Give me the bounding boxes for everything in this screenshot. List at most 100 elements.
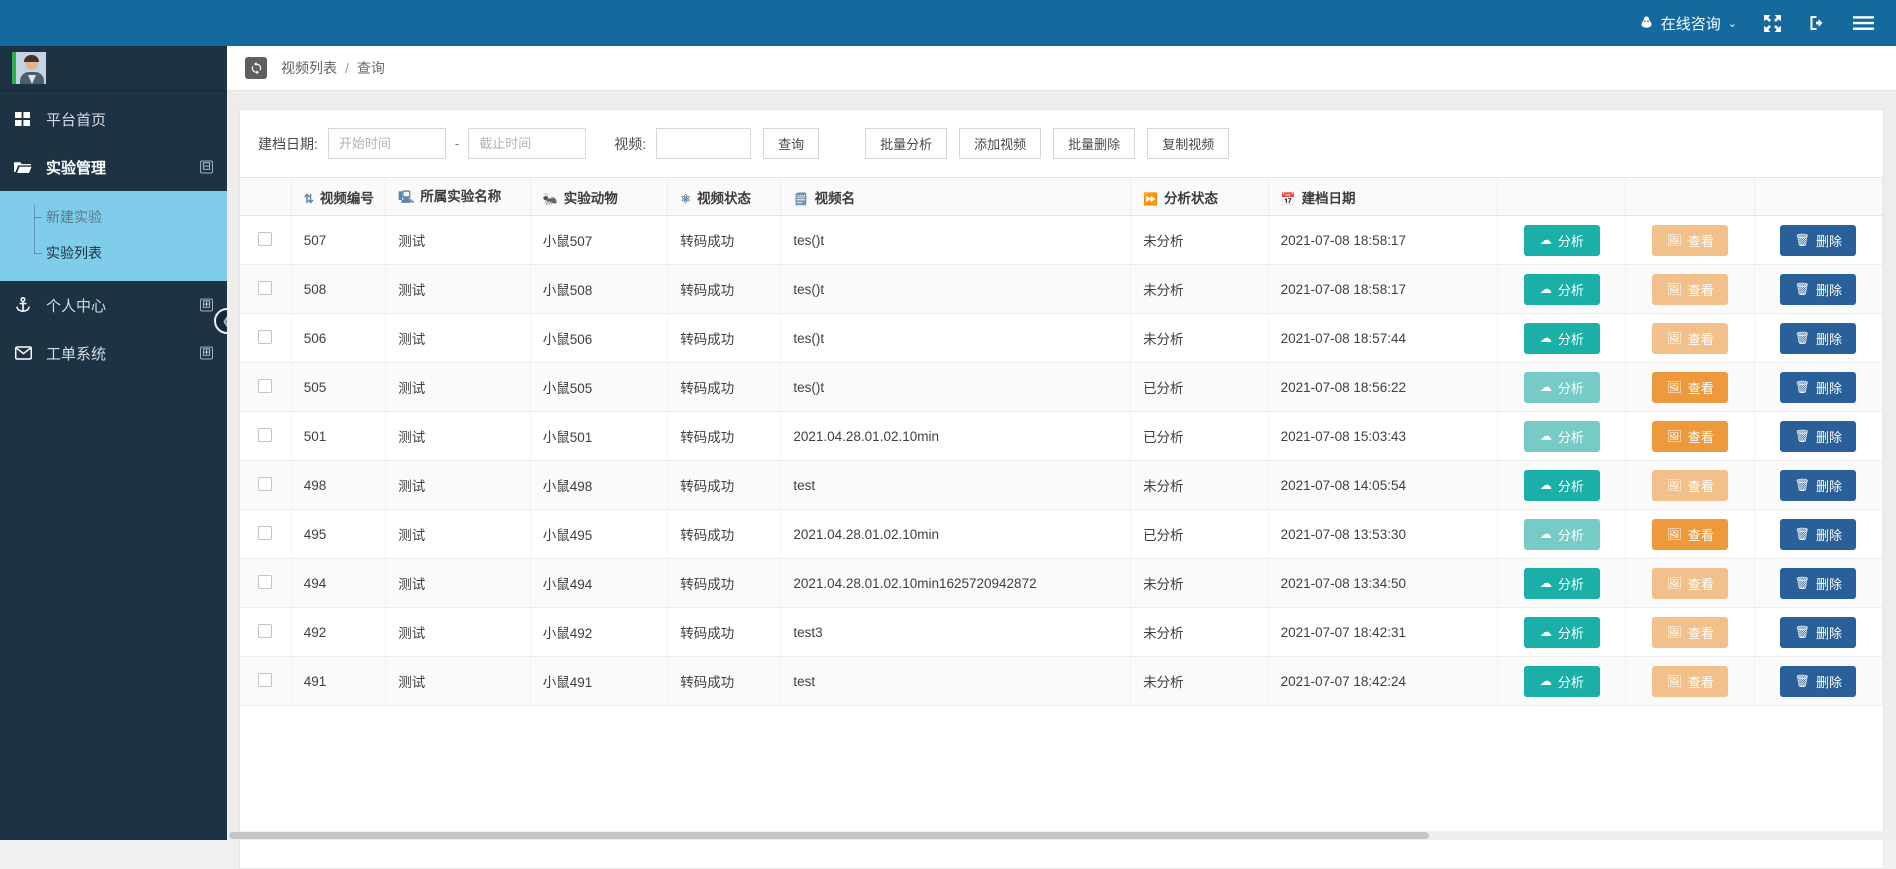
online-consult-button[interactable]: 在线咨询 ⌄: [1639, 13, 1737, 34]
sidebar-subitem-experiment-list[interactable]: 实验列表: [0, 235, 227, 271]
add-video-button[interactable]: 添加视频: [959, 128, 1041, 159]
batch-analyze-button[interactable]: 批量分析: [865, 128, 947, 159]
analyze-button[interactable]: ☁分析: [1524, 225, 1600, 256]
cell-experiment-name: 测试: [386, 510, 531, 559]
search-button[interactable]: 查询: [763, 128, 819, 159]
cell-animal: 小鼠492: [530, 608, 668, 657]
analyze-button[interactable]: ☁分析: [1524, 617, 1600, 648]
view-button[interactable]: 🖼查看: [1652, 323, 1728, 354]
th-experiment-name[interactable]: 🖳所属实验名称: [386, 178, 531, 216]
row-checkbox[interactable]: [258, 379, 272, 393]
th-video-name[interactable]: 🗒视频名: [781, 178, 1131, 216]
row-checkbox[interactable]: [258, 428, 272, 442]
row-checkbox[interactable]: [258, 575, 272, 589]
row-checkbox[interactable]: [258, 232, 272, 246]
delete-button[interactable]: 🗑删除: [1780, 274, 1856, 305]
th-action-delete: [1754, 178, 1882, 216]
trash-icon: 🗑: [1795, 527, 1810, 541]
image-icon: 🖼: [1666, 331, 1681, 345]
expand-toggle-icon[interactable]: ⊞: [200, 347, 213, 360]
cloud-icon: ☁: [1540, 527, 1552, 541]
view-button[interactable]: 🖼查看: [1652, 225, 1728, 256]
th-analysis-state-label: 分析状态: [1164, 191, 1218, 206]
row-checkbox-cell: [240, 559, 291, 608]
delete-button[interactable]: 🗑删除: [1780, 225, 1856, 256]
bell-icon: [1639, 15, 1654, 31]
cell-experiment-name: 测试: [386, 314, 531, 363]
view-button[interactable]: 🖼查看: [1652, 568, 1728, 599]
view-button[interactable]: 🖼查看: [1652, 372, 1728, 403]
cell-experiment-name: 测试: [386, 412, 531, 461]
avatar-container[interactable]: [0, 46, 227, 91]
logout-button[interactable]: [1808, 14, 1827, 32]
analyze-button[interactable]: ☁分析: [1524, 519, 1600, 550]
th-select-all: [240, 178, 291, 216]
collapse-toggle-icon[interactable]: ⊟: [200, 161, 213, 174]
batch-delete-button[interactable]: 批量删除: [1053, 128, 1135, 159]
row-checkbox[interactable]: [258, 526, 272, 540]
copy-video-button[interactable]: 复制视频: [1147, 128, 1229, 159]
expand-toggle-icon[interactable]: ⊞: [200, 299, 213, 312]
delete-button[interactable]: 🗑删除: [1780, 617, 1856, 648]
analyze-button[interactable]: ☁分析: [1524, 323, 1600, 354]
cell-analysis-state: 未分析: [1131, 461, 1269, 510]
start-date-input[interactable]: [328, 128, 446, 159]
sidebar-item-ticket-system[interactable]: 工单系统 ⊞: [0, 329, 227, 377]
analyze-button[interactable]: ☁分析: [1524, 421, 1600, 452]
delete-button[interactable]: 🗑删除: [1780, 323, 1856, 354]
cell-animal: 小鼠508: [530, 265, 668, 314]
analyze-button[interactable]: ☁分析: [1524, 470, 1600, 501]
scrollbar-thumb[interactable]: [229, 832, 1429, 839]
view-button[interactable]: 🖼查看: [1652, 617, 1728, 648]
hamburger-menu-button[interactable]: [1853, 15, 1874, 31]
delete-button[interactable]: 🗑删除: [1780, 421, 1856, 452]
breadcrumb-root[interactable]: 视频列表: [281, 58, 337, 78]
row-checkbox[interactable]: [258, 673, 272, 687]
sidebar-subitem-new-experiment[interactable]: 新建实验: [0, 199, 227, 235]
th-animal[interactable]: 🐜实验动物: [530, 178, 668, 216]
sidebar-subitem-new-experiment-label: 新建实验: [46, 207, 102, 227]
view-button[interactable]: 🖼查看: [1652, 274, 1728, 305]
cell-video-state: 转码成功: [668, 559, 781, 608]
video-input[interactable]: [656, 128, 751, 159]
cell-analysis-state: 未分析: [1131, 265, 1269, 314]
refresh-icon[interactable]: [245, 57, 267, 79]
row-checkbox[interactable]: [258, 624, 272, 638]
delete-button[interactable]: 🗑删除: [1780, 568, 1856, 599]
view-button[interactable]: 🖼查看: [1652, 519, 1728, 550]
sidebar-item-experiment-management[interactable]: 实验管理 ⊟: [0, 143, 227, 191]
cell-action-analyze: ☁分析: [1498, 265, 1626, 314]
cell-created-date: 2021-07-08 18:58:17: [1268, 216, 1498, 265]
sidebar-item-home[interactable]: 平台首页: [0, 95, 227, 143]
horizontal-scrollbar[interactable]: [227, 831, 1896, 840]
cell-video-id: 506: [291, 314, 385, 363]
th-video-state[interactable]: ⚛视频状态: [668, 178, 781, 216]
fullscreen-button[interactable]: [1763, 14, 1782, 33]
cell-video-id: 505: [291, 363, 385, 412]
th-analysis-state[interactable]: ⏩分析状态: [1131, 178, 1269, 216]
analyze-button[interactable]: ☁分析: [1524, 274, 1600, 305]
row-checkbox[interactable]: [258, 477, 272, 491]
row-checkbox[interactable]: [258, 330, 272, 344]
row-checkbox[interactable]: [258, 281, 272, 295]
analyze-button[interactable]: ☁分析: [1524, 666, 1600, 697]
view-button[interactable]: 🖼查看: [1652, 470, 1728, 501]
view-button[interactable]: 🖼查看: [1652, 421, 1728, 452]
analyze-button[interactable]: ☁分析: [1524, 372, 1600, 403]
end-date-input[interactable]: [468, 128, 586, 159]
cell-video-id: 498: [291, 461, 385, 510]
cell-experiment-name: 测试: [386, 265, 531, 314]
calendar-icon: 📅: [1281, 192, 1296, 206]
th-video-id[interactable]: ⇅视频编号: [291, 178, 385, 216]
view-button[interactable]: 🖼查看: [1652, 666, 1728, 697]
delete-button[interactable]: 🗑删除: [1780, 470, 1856, 501]
analyze-button[interactable]: ☁分析: [1524, 568, 1600, 599]
delete-button[interactable]: 🗑删除: [1780, 519, 1856, 550]
th-created-date[interactable]: 📅建档日期: [1268, 178, 1498, 216]
view-button-label: 查看: [1688, 672, 1714, 691]
table-row: 491测试小鼠491转码成功test未分析2021-07-07 18:42:24…: [240, 657, 1883, 706]
delete-button[interactable]: 🗑删除: [1780, 666, 1856, 697]
sidebar-item-personal-center[interactable]: 个人中心 ⊞: [0, 281, 227, 329]
cell-animal: 小鼠501: [530, 412, 668, 461]
delete-button[interactable]: 🗑删除: [1780, 372, 1856, 403]
